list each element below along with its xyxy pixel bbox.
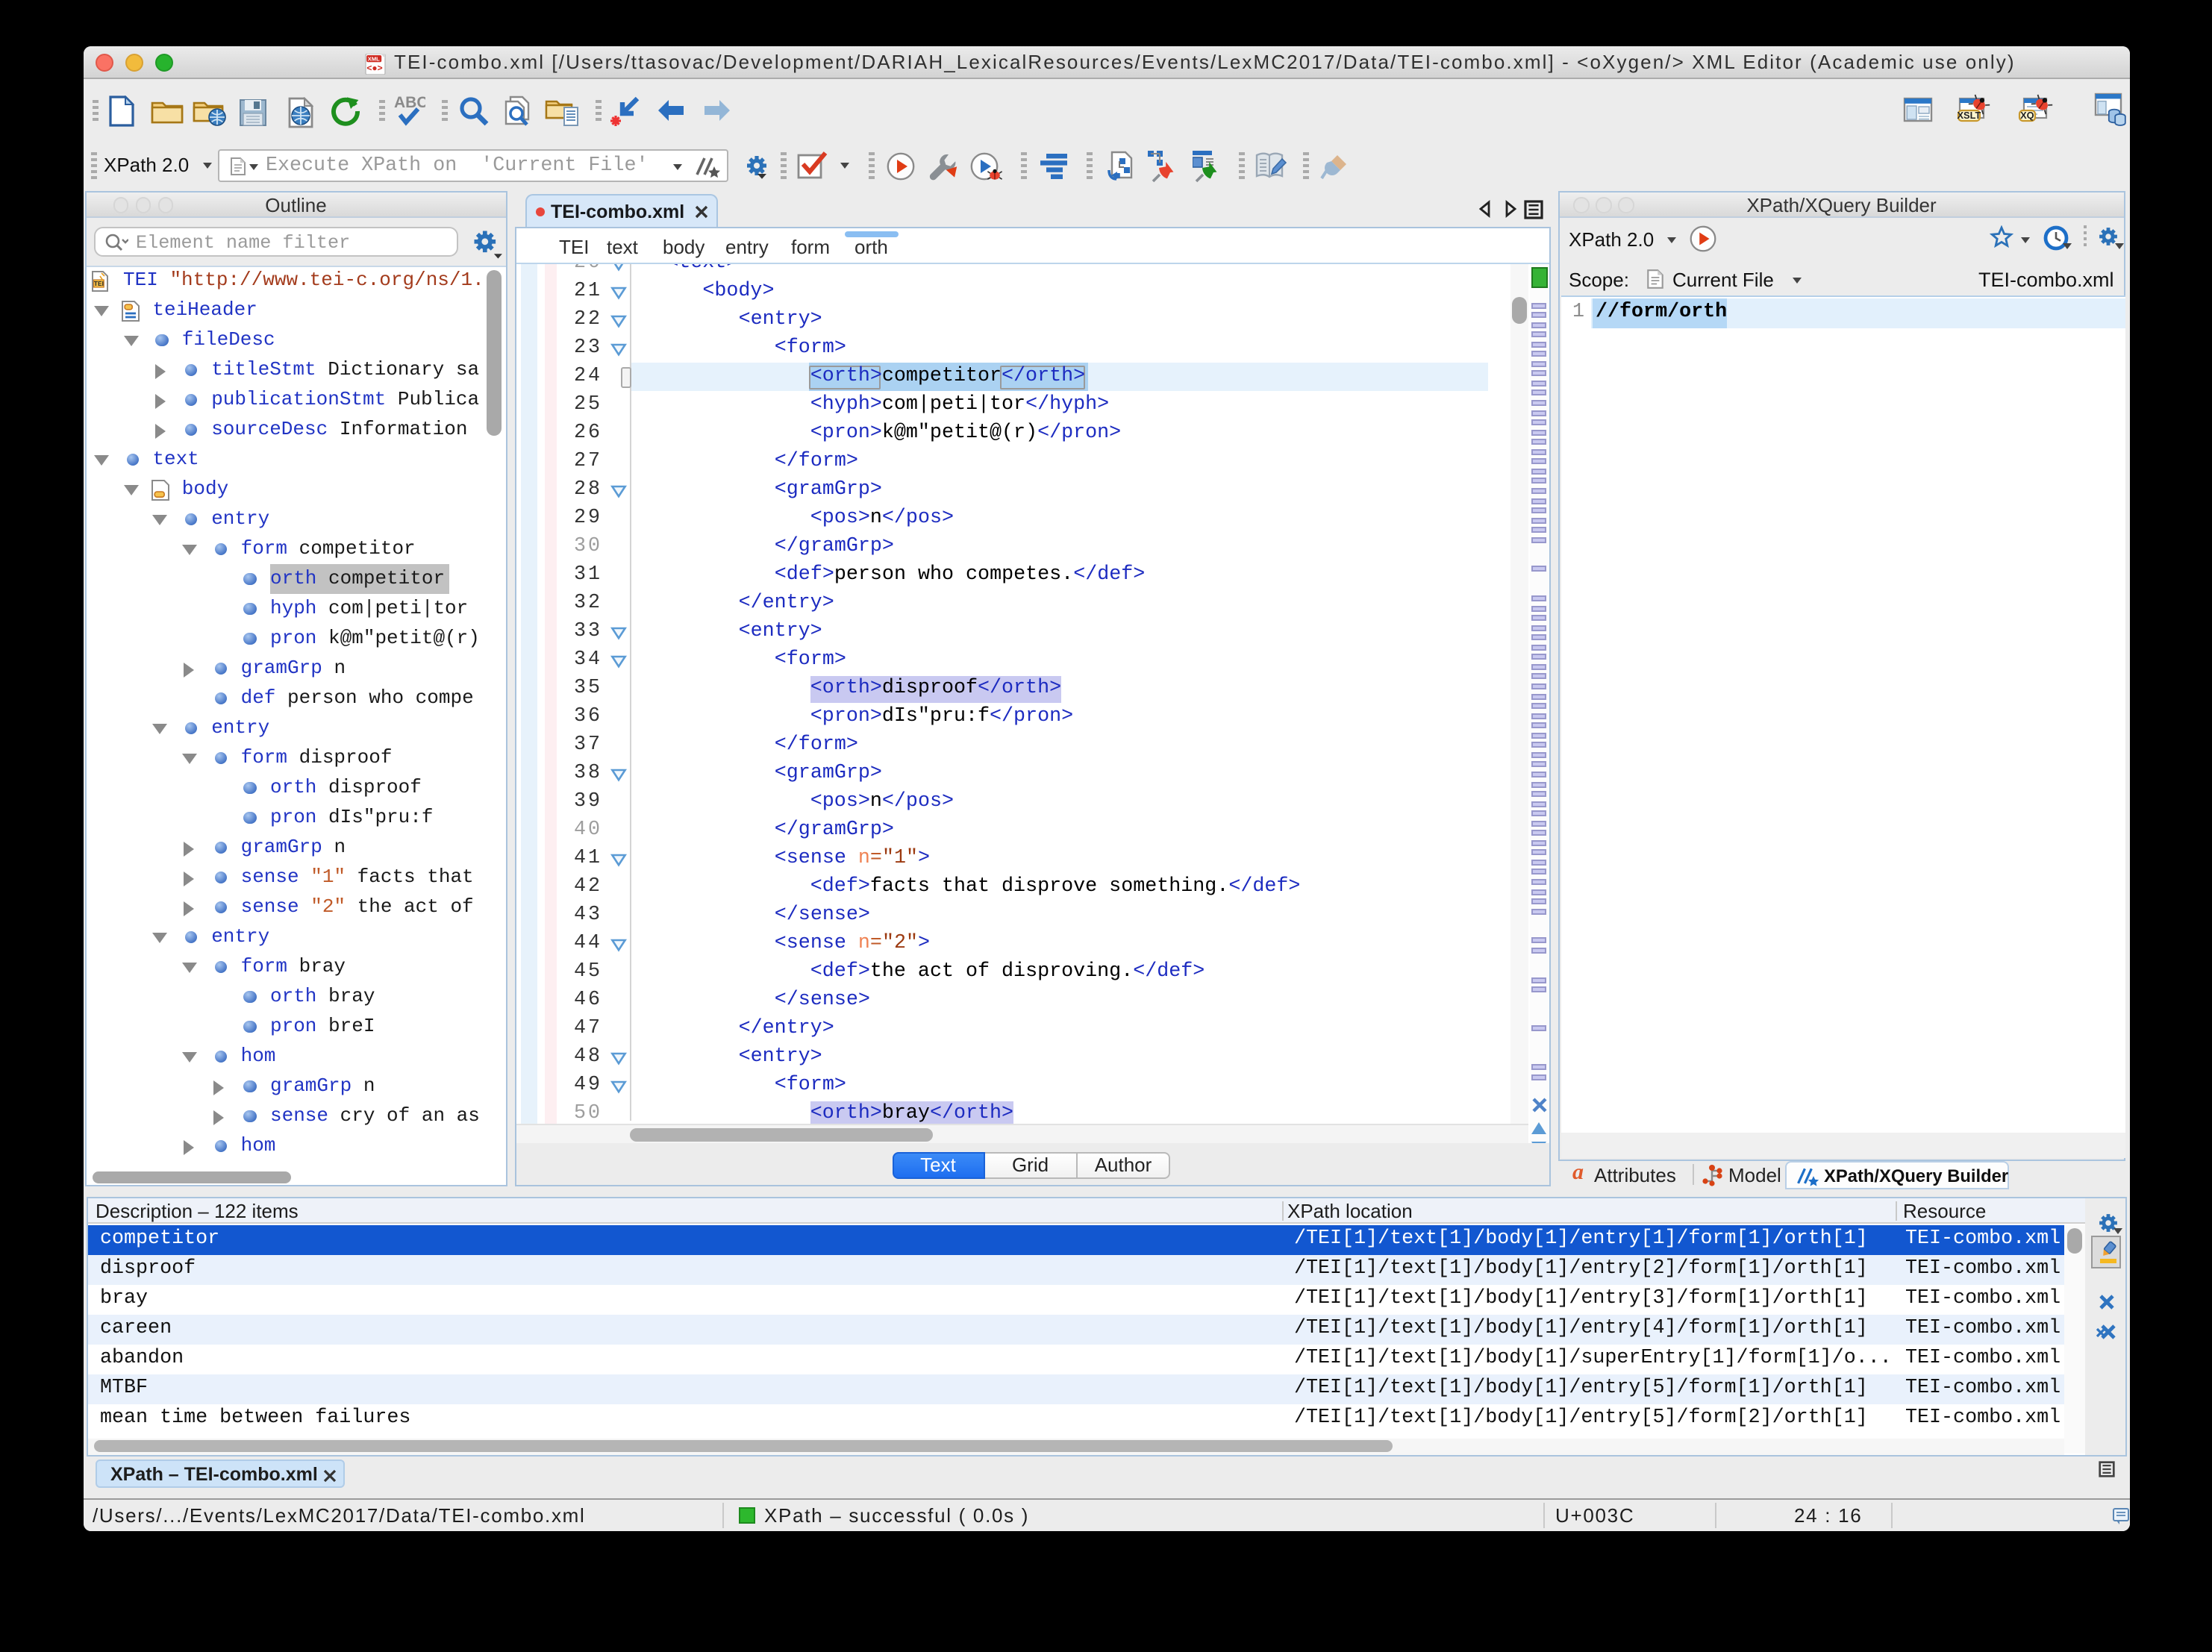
svg-text:XSLT: XSLT (1958, 109, 1981, 120)
svg-text:<●>: <●> (366, 62, 382, 72)
svg-text:XML: XML (368, 55, 380, 62)
svg-text:XQ: XQ (2020, 109, 2034, 120)
svg-text:ABC: ABC (394, 94, 425, 111)
svg-text:TEI: TEI (93, 281, 103, 288)
